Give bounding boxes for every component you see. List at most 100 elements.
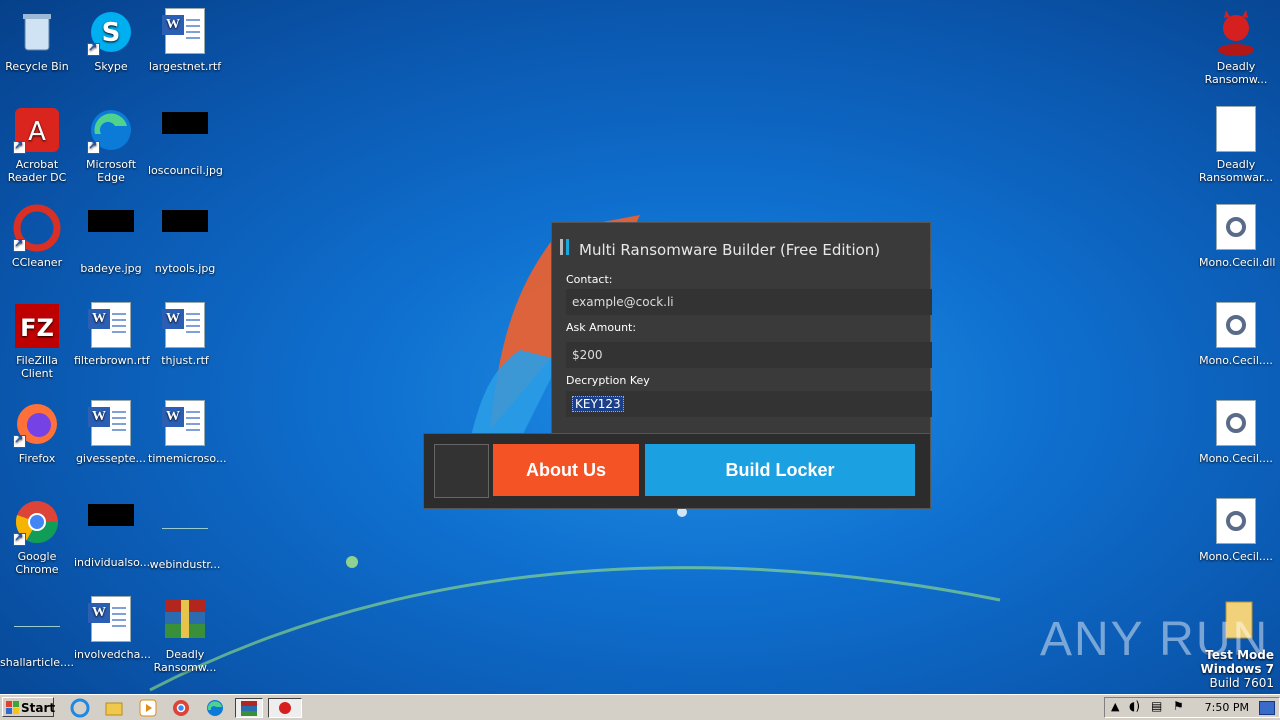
desktop-icon-mono-cecil-4[interactable]: Mono.Cecil.... [1199, 492, 1273, 563]
desktop-icon-chrome[interactable]: Google Chrome [0, 492, 74, 576]
about-us-button[interactable]: About Us [493, 444, 639, 496]
filezilla-icon: FZ [13, 302, 61, 350]
desktop-icon-filezilla[interactable]: FZ FileZilla Client [0, 296, 74, 380]
desktop-icon-label: shallarticle.... [0, 656, 75, 669]
desktop-icon-deadly-ransomware-file[interactable]: Deadly Ransomwar... [1199, 100, 1273, 184]
flag-icon[interactable]: ⚑ [1173, 699, 1184, 713]
media-player-icon[interactable] [138, 698, 158, 718]
skype-icon: S [87, 8, 135, 56]
desktop-icon-largestnet[interactable]: W largestnet.rtf [148, 2, 222, 73]
desktop-icon-label: Deadly Ransomwar... [1199, 158, 1274, 184]
desktop-icon-timemicroso[interactable]: W timemicroso... [148, 394, 227, 465]
desktop-icon-webindustr[interactable]: webindustr... [148, 492, 222, 571]
desktop-icon-label: givessepte... [75, 452, 147, 465]
desktop-icon-skype[interactable]: S Skype [74, 2, 148, 73]
desktop-icon-label: Deadly Ransomw... [153, 648, 217, 674]
chrome-taskbar-icon[interactable] [171, 698, 191, 718]
window-title: Multi Ransomware Builder (Free Edition) [579, 241, 881, 259]
desktop-icon-label: Mono.Cecil.... [1199, 550, 1273, 563]
desktop-icon-shallarticle[interactable]: shallarticle.... [0, 590, 74, 669]
desktop-icon-label: timemicroso... [148, 452, 227, 465]
desktop-icon-firefox[interactable]: Firefox [0, 394, 74, 465]
decryption-key-input[interactable]: KEY123 [566, 391, 932, 417]
desktop-icon-recycle-bin[interactable]: Recycle Bin [0, 2, 74, 73]
desktop-icon-label: Microsoft Edge [85, 158, 137, 184]
desktop-icon-deadly-ransomware-exe[interactable]: Deadly Ransomw... [1199, 2, 1273, 86]
word-document-icon: W [161, 8, 209, 56]
svg-text:S: S [102, 18, 121, 48]
desktop-icon-label: nytools.jpg [154, 262, 216, 275]
desktop-icon-acrobat[interactable]: A Acrobat Reader DC [0, 100, 74, 184]
desktop-icon-label: individualso... [74, 556, 151, 569]
internet-explorer-icon[interactable] [70, 698, 90, 718]
file-explorer-icon[interactable] [104, 698, 124, 718]
decryption-key-label: Decryption Key [566, 374, 650, 387]
shortcut-arrow-icon [13, 531, 26, 546]
desktop-icon-individualso[interactable]: individualso... [74, 492, 151, 569]
start-button[interactable]: Start [2, 697, 55, 717]
desktop-icon-label: filterbrown.rtf [74, 354, 150, 367]
desktop-icon-mono-cecil-3[interactable]: Mono.Cecil.... [1199, 394, 1273, 465]
windows-logo-icon [6, 701, 19, 714]
desktop-icon-badeye[interactable]: badeye.jpg [74, 198, 148, 275]
desktop-icon-involvedcha[interactable]: W involvedcha... [74, 590, 151, 661]
ask-amount-input[interactable]: $200 [566, 342, 932, 368]
desktop-icon-mono-cecil-1[interactable]: Mono.Cecil.dll [1199, 198, 1276, 269]
desktop-icon-label: Google Chrome [15, 550, 59, 576]
desktop-icon-label: Skype [94, 60, 128, 73]
ask-amount-label: Ask Amount: [566, 321, 637, 334]
desktop-icon-givessepte[interactable]: W givessepte... [74, 394, 148, 465]
desktop-icon-label: Deadly Ransomw... [1204, 60, 1268, 86]
desktop-icon-edge[interactable]: Microsoft Edge [74, 100, 148, 184]
title-accent-bar [566, 239, 569, 255]
desktop-icon-loscouncil[interactable]: loscouncil.jpg [148, 100, 223, 177]
desktop-icon-label: FileZilla Client [16, 354, 58, 380]
desktop-icon-label: Acrobat Reader DC [7, 158, 67, 184]
ransomware-builder-taskbar-button[interactable] [268, 698, 302, 718]
taskbar: Start ▲ ◖) ▤ ⚑ 7:50 PM [0, 694, 1280, 720]
desktop-icon-label: Mono.Cecil.dll [1199, 256, 1276, 269]
show-desktop-icon[interactable] [1259, 701, 1275, 715]
shortcut-arrow-icon [13, 237, 26, 252]
volume-icon[interactable]: ◖) [1129, 699, 1140, 713]
logo-button[interactable] [434, 444, 489, 498]
recycle-bin-icon [13, 8, 61, 56]
edge-taskbar-icon[interactable] [205, 698, 225, 718]
decryption-key-value: KEY123 [572, 396, 624, 412]
word-document-icon: W [161, 302, 209, 350]
shortcut-arrow-icon [13, 139, 26, 154]
image-file-icon [161, 112, 209, 160]
desktop-icon-label: largestnet.rtf [148, 60, 222, 73]
ccleaner-icon [13, 204, 61, 252]
desktop-icon-mono-cecil-2[interactable]: Mono.Cecil.... [1199, 296, 1273, 367]
dll-gear-icon [1212, 204, 1260, 252]
desktop-icon-label: Mono.Cecil.... [1199, 354, 1273, 367]
winrar-taskbar-icon [241, 701, 257, 716]
word-document-icon: W [87, 400, 135, 448]
desktop-icon-deadly-ransomware-archive[interactable]: Deadly Ransomw... [148, 590, 222, 674]
builder-action-bar: About Us Build Locker [423, 433, 931, 509]
desktop-icon-ccleaner[interactable]: CCleaner [0, 198, 74, 269]
contact-input[interactable]: example@cock.li [566, 289, 932, 315]
acrobat-icon: A [13, 106, 61, 154]
chrome-icon [13, 498, 61, 546]
desktop-icon-label: CCleaner [11, 256, 63, 269]
ransomware-builder-window: Multi Ransomware Builder (Free Edition) … [551, 222, 932, 434]
desktop-icon-nytools[interactable]: nytools.jpg [148, 198, 222, 275]
image-file-icon [13, 604, 61, 652]
build-locker-button[interactable]: Build Locker [645, 444, 915, 496]
network-icon[interactable]: ▤ [1151, 699, 1162, 713]
test-mode-watermark: Test Mode Windows 7 Build 7601 [1201, 648, 1274, 690]
desktop-icon-label: webindustr... [149, 558, 221, 571]
shortcut-arrow-icon [13, 433, 26, 448]
clock[interactable]: 7:50 PM [1205, 701, 1249, 714]
devil-icon [1212, 8, 1260, 56]
tray-expand-icon[interactable]: ▲ [1111, 700, 1119, 713]
system-tray: ▲ ◖) ▤ ⚑ 7:50 PM [1104, 697, 1280, 718]
test-mode-label: Test Mode [1205, 648, 1274, 662]
desktop-icon-filterbrown[interactable]: W filterbrown.rtf [74, 296, 150, 367]
image-file-icon [87, 504, 135, 552]
image-file-icon [161, 210, 209, 258]
desktop-icon-thjust[interactable]: W thjust.rtf [148, 296, 222, 367]
winrar-taskbar-button[interactable] [235, 698, 263, 718]
